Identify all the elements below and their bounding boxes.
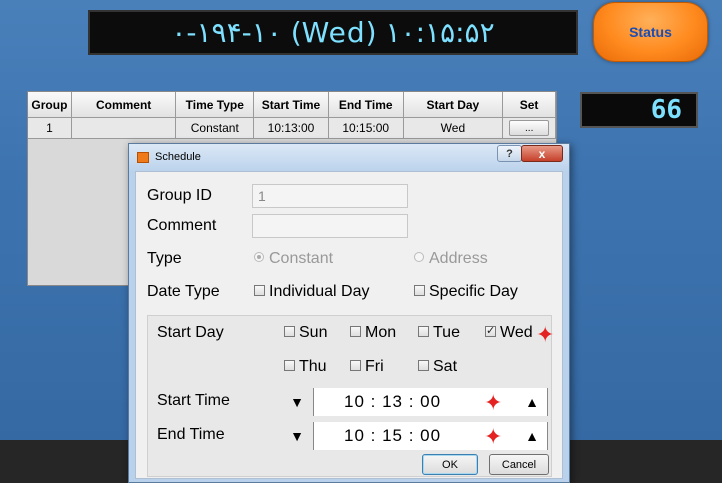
checkbox-checked-icon	[485, 324, 496, 337]
checkbox-icon	[284, 326, 295, 337]
radio-icon	[414, 252, 424, 262]
checkbox-icon	[350, 360, 361, 371]
start-day-label: Start Day	[157, 324, 224, 341]
type-address-radio[interactable]: Address	[414, 250, 488, 268]
end-time-value: 10 : 15 : 00	[344, 426, 442, 445]
day-sat-checkbox[interactable]: Sat	[418, 358, 457, 376]
ok-button[interactable]: OK	[422, 454, 478, 475]
cell-end-time: 10:15:00	[328, 118, 404, 139]
schedule-settings-panel: Start Day Sun Mon Tue Wed ✦ Thu Fri Sat …	[147, 315, 555, 477]
day-fri-checkbox[interactable]: Fri	[350, 358, 384, 376]
day-mon-checkbox[interactable]: Mon	[350, 324, 396, 342]
checkbox-icon	[414, 285, 425, 296]
type-constant-radio[interactable]: Constant	[254, 250, 333, 268]
dialog-body: Group ID 1 Comment Type Constant Address…	[135, 171, 563, 479]
cell-group: 1	[28, 118, 72, 139]
individual-day-checkbox[interactable]: Individual Day	[254, 283, 370, 301]
cell-start-time: 10:13:00	[254, 118, 329, 139]
comment-label: Comment	[147, 217, 217, 234]
close-button[interactable]: x	[521, 145, 563, 162]
comment-field[interactable]	[252, 214, 408, 238]
schedule-dialog: Schedule ? x Group ID 1 Comment Type Con…	[128, 143, 570, 483]
checkbox-icon	[284, 360, 295, 371]
start-time-down-icon[interactable]: ▼	[285, 390, 309, 414]
radio-icon	[254, 252, 264, 262]
red-marker-icon: ✦	[484, 424, 503, 449]
type-label: Type	[147, 250, 182, 267]
header-end-time[interactable]: End Time	[328, 92, 404, 118]
header-start-time[interactable]: Start Time	[254, 92, 329, 118]
end-time-label: End Time	[157, 426, 225, 443]
date-type-label: Date Type	[147, 283, 220, 300]
start-time-field[interactable]: 10 : 13 : 00	[313, 388, 548, 416]
header-set[interactable]: Set	[503, 92, 556, 118]
dialog-title: Schedule	[155, 151, 201, 163]
checkbox-icon	[350, 326, 361, 337]
specific-day-checkbox[interactable]: Specific Day	[414, 283, 518, 301]
start-time-up-icon[interactable]: ▲	[520, 390, 544, 414]
end-time-field[interactable]: 10 : 15 : 00	[313, 422, 548, 450]
red-marker-icon: ✦	[484, 390, 503, 415]
cell-comment	[71, 118, 177, 139]
group-id-field[interactable]: 1	[252, 184, 408, 208]
set-button[interactable]: ...	[509, 120, 550, 136]
cancel-button[interactable]: Cancel	[489, 454, 549, 475]
table-row[interactable]: 1 Constant 10:13:00 10:15:00 Wed ...	[28, 118, 556, 139]
checkbox-icon	[418, 326, 429, 337]
help-button[interactable]: ?	[497, 145, 522, 162]
end-time-down-icon[interactable]: ▼	[285, 424, 309, 448]
counter-display: 66	[580, 92, 698, 128]
day-wed-checkbox[interactable]: Wed	[485, 324, 533, 342]
checkbox-icon	[418, 360, 429, 371]
app-icon	[137, 152, 149, 163]
clock-display: ١٩-٠۴-١٠ (Wed) ١٠:١۵:۵٢	[88, 10, 578, 55]
end-time-up-icon[interactable]: ▲	[520, 424, 544, 448]
day-tue-checkbox[interactable]: Tue	[418, 324, 460, 342]
checkbox-icon	[254, 285, 265, 296]
cell-set: ...	[503, 118, 556, 139]
header-time-type[interactable]: Time Type	[176, 92, 255, 118]
day-sun-checkbox[interactable]: Sun	[284, 324, 327, 342]
start-time-label: Start Time	[157, 392, 230, 409]
table-header: Group Comment Time Type Start Time End T…	[28, 92, 556, 118]
header-group[interactable]: Group	[28, 92, 72, 118]
day-thu-checkbox[interactable]: Thu	[284, 358, 327, 376]
group-id-label: Group ID	[147, 187, 212, 204]
red-marker-icon: ✦	[536, 322, 555, 347]
dialog-titlebar[interactable]: Schedule ? x	[129, 144, 569, 171]
status-button[interactable]: Status	[593, 2, 708, 62]
header-start-day[interactable]: Start Day	[403, 92, 504, 118]
cell-time-type: Constant	[176, 118, 255, 139]
start-time-value: 10 : 13 : 00	[344, 392, 442, 411]
header-comment[interactable]: Comment	[71, 92, 177, 118]
cell-start-day: Wed	[403, 118, 504, 139]
